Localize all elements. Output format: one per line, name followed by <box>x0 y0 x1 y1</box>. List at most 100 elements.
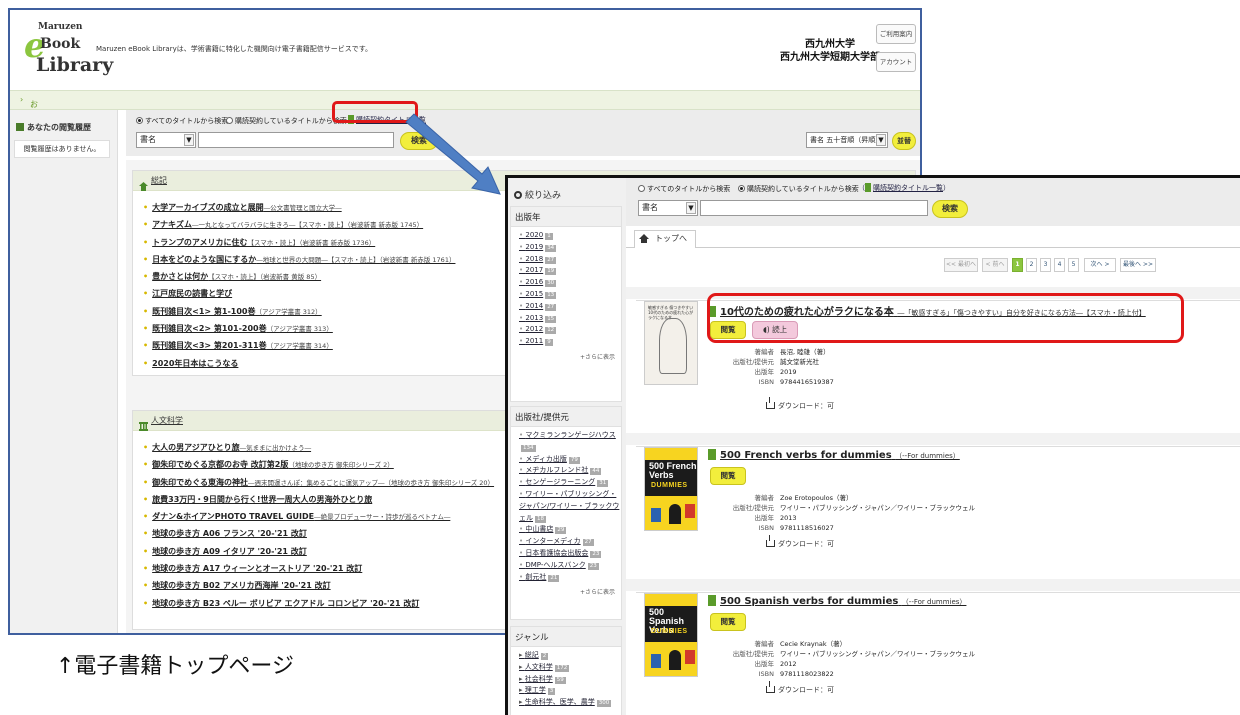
facet-item[interactable]: マクミランランゲージハウス134 <box>519 430 621 454</box>
list-item[interactable]: 地球の歩き方 B02 アメリカ西海岸 '20-'21 改訂 <box>143 577 494 594</box>
pagination: << 最初へ < 前へ 1 2 3 4 5 次へ > 最後へ >> <box>626 258 1240 274</box>
list-item[interactable]: 2020年日本はこうなる <box>143 355 455 372</box>
facet-item[interactable]: 201719 <box>519 265 621 277</box>
pager-page-5[interactable]: 5 <box>1068 258 1079 272</box>
sort-button[interactable]: 並替 <box>892 132 916 150</box>
meta-author: 長沼, 睦雄（著） <box>780 348 830 356</box>
facet-item[interactable]: 中山書店29 <box>519 524 621 536</box>
facet-item[interactable]: 201934 <box>519 242 621 254</box>
list-item[interactable]: 御朱印でめぐる京都のお寺 改訂第2版（地球の歩き方 御朱印シリーズ 2） <box>143 456 494 473</box>
facet-item[interactable]: 201827 <box>519 254 621 266</box>
facet-item[interactable]: 201513 <box>519 289 621 301</box>
meta-label: 出版年 <box>754 514 775 522</box>
history-empty-message: 閲覧履歴はありません。 <box>14 140 110 158</box>
list-item[interactable]: アナキズム―一丸となってバラバラに生きろ―【スマホ・読上】（岩波新書 新赤版 1… <box>143 216 455 233</box>
search-input[interactable] <box>198 132 394 148</box>
search-results-screenshot: 絞り込み 出版年 20201 201934 201827 201719 2016… <box>505 175 1240 715</box>
facet-item[interactable]: 20201 <box>519 230 621 242</box>
pager-next[interactable]: 次へ > <box>1084 258 1116 272</box>
highlight-first-result <box>707 293 1184 343</box>
list-item[interactable]: 日本をどのような国にするか―地球と世界の大問題―【スマホ・読上】（岩波新書 新赤… <box>143 251 455 268</box>
list-item[interactable]: 江戸庶民の読書と学び <box>143 285 455 302</box>
list-item[interactable]: 地球の歩き方 A06 フランス '20-'21 改訂 <box>143 525 494 542</box>
list-item[interactable]: 既刊雑目次<2> 第101-200巻（アジア学叢書 313） <box>143 320 455 337</box>
facet-item[interactable]: 201630 <box>519 277 621 289</box>
book-cover[interactable]: 敏感すぎる 傷つきやすい 10代のための疲れた心がラクになる本 <box>644 301 698 385</box>
search-field-select[interactable]: 書名 ▼ <box>136 132 196 148</box>
list-item[interactable]: 御朱印でめぐる東海の神社―週末開運さんぽ：集めるごとに運気アップ―（地球の歩き方… <box>143 474 494 491</box>
facet-item[interactable]: 理工学3 <box>519 685 621 697</box>
pager-last[interactable]: 最後へ >> <box>1120 258 1156 272</box>
meta-label: 出版社/提供元 <box>732 358 774 366</box>
radio-search-all[interactable]: すべてのタイトルから検索 <box>136 116 228 126</box>
search-button[interactable]: 検索 <box>932 200 968 218</box>
facet-item[interactable]: 人文科学172 <box>519 662 621 674</box>
book-cover[interactable]: 500 Spanish Verbs DUMMIES <box>644 593 698 677</box>
result-title[interactable]: 500 French verbs for dummies （--For dumm… <box>708 449 960 461</box>
list-item[interactable]: 地球の歩き方 A17 ウィーンとオーストリア '20-'21 改訂 <box>143 560 494 577</box>
filter-sidebar: 絞り込み 出版年 20201 201934 201827 201719 2016… <box>508 178 626 715</box>
facet-item[interactable]: 創元社21 <box>519 572 621 584</box>
subscribed-list-link[interactable]: （購読契約タイトル一覧） <box>858 183 950 193</box>
facet-item[interactable]: 社会科学59 <box>519 674 621 686</box>
radio-search-all[interactable]: すべてのタイトルから検索 <box>638 184 730 194</box>
notice-bar[interactable]: › お知らせ <box>10 90 920 142</box>
list-item[interactable]: 地球の歩き方 B23 ペルー ボリビア エクアドル コロンビア '20-'21 … <box>143 595 494 612</box>
history-title-text: あなたの閲覧履歴 <box>27 123 91 132</box>
result-title[interactable]: 500 Spanish verbs for dummies （--For dum… <box>708 595 966 607</box>
list-item[interactable]: 旅費33万円・9日間から行く!世界一周大人の男海外ひとり旅 <box>143 491 494 508</box>
facet-item[interactable]: メディカ出版79 <box>519 454 621 466</box>
search-field-select[interactable]: 書名 ▼ <box>638 200 698 216</box>
account-button[interactable]: アカウント <box>876 52 916 72</box>
list-item[interactable]: トランプのアメリカに住む【スマホ・読上】（岩波新書 新赤版 1736） <box>143 234 455 251</box>
sort-select[interactable]: 書名 五十音順（昇順） ▼ <box>806 132 888 148</box>
facet-item[interactable]: ワイリー・パブリッシング・ジャパン/ワイリー・ブラックウェル18 <box>519 489 621 524</box>
search-input[interactable] <box>700 200 928 216</box>
facet-item[interactable]: 日本看護協会出版会23 <box>519 548 621 560</box>
radio-selected-icon <box>136 117 143 124</box>
list-item[interactable]: 大学アーカイブズの成立と展開―公文書管理と国立大学― <box>143 199 455 216</box>
facet-item[interactable]: 201427 <box>519 301 621 313</box>
radio-label: 購読契約しているタイトルから検索 <box>235 117 347 125</box>
cover-brand: DUMMIES <box>651 628 688 635</box>
result-item: 500 French Verbs DUMMIES 500 French verb… <box>626 433 1240 564</box>
maruzen-ebook-logo[interactable]: Maruzen e Book Library <box>24 22 113 82</box>
result-meta: 著編者 長沼, 睦雄（著） 出版社/提供元 誠文堂新光社 出版年 2019 ISBN 9… <box>710 347 1010 387</box>
pager-prev[interactable]: < 前へ <box>982 258 1008 272</box>
panel-title[interactable]: 人文科学 <box>151 415 183 426</box>
list-item[interactable]: 豊かさとは何か【スマホ・読上】（岩波新書 黄版 85） <box>143 268 455 285</box>
facet-item[interactable]: 総記2 <box>519 650 621 662</box>
browse-button[interactable]: 閲覧 <box>710 613 746 631</box>
pager-page-1[interactable]: 1 <box>1012 258 1023 272</box>
facet-item[interactable]: 201315 <box>519 313 621 325</box>
panel-title[interactable]: 総記 <box>151 175 167 186</box>
list-item[interactable]: 既刊雑目次<1> 第1-100巻（アジア学叢書 312） <box>143 303 455 320</box>
facet-item[interactable]: 201212 <box>519 324 621 336</box>
list-item[interactable]: 既刊雑目次<3> 第201-311巻（アジア学叢書 314） <box>143 337 455 354</box>
radio-search-subscribed[interactable]: 購読契約しているタイトルから検索 <box>738 184 859 194</box>
notice-link[interactable]: › お知らせ <box>20 95 38 142</box>
help-button[interactable]: ご利用案内 <box>876 24 916 44</box>
top-link[interactable]: トップへ <box>634 230 696 248</box>
pager-first[interactable]: << 最初へ <box>944 258 978 272</box>
pager-page-4[interactable]: 4 <box>1054 258 1065 272</box>
book-cover[interactable]: 500 French Verbs DUMMIES <box>644 447 698 531</box>
radio-search-subscribed[interactable]: 購読契約しているタイトルから検索 <box>226 116 347 126</box>
list-item[interactable]: 地球の歩き方 A09 イタリア '20-'21 改訂 <box>143 543 494 560</box>
facet-item[interactable]: 生命科学、医学、農学300 <box>519 697 621 709</box>
radio-icon <box>638 185 645 192</box>
facet-item[interactable]: DMP-ヘルスバンク23 <box>519 560 621 572</box>
facet-item[interactable]: メヂカルフレンド社44 <box>519 465 621 477</box>
meta-label: 出版社/提供元 <box>732 504 774 512</box>
facet-item[interactable]: センゲージラーニング31 <box>519 477 621 489</box>
pager-page-3[interactable]: 3 <box>1040 258 1051 272</box>
facet-item[interactable]: 20119 <box>519 336 621 348</box>
facet-item[interactable]: インターメディカ27 <box>519 536 621 548</box>
pager-page-2[interactable]: 2 <box>1026 258 1037 272</box>
more-link[interactable]: +さらに表示 <box>511 352 621 361</box>
list-item[interactable]: ダナン&ホイアンPHOTO TRAVEL GUIDE―絶景プロデューサー・詩歩が… <box>143 508 494 525</box>
list-item[interactable]: 大人の男アジアひとり旅―気ままに出かけよう― <box>143 439 494 456</box>
more-link[interactable]: +さらに表示 <box>511 587 621 596</box>
browse-button[interactable]: 閲覧 <box>710 467 746 485</box>
book-icon <box>708 595 716 606</box>
